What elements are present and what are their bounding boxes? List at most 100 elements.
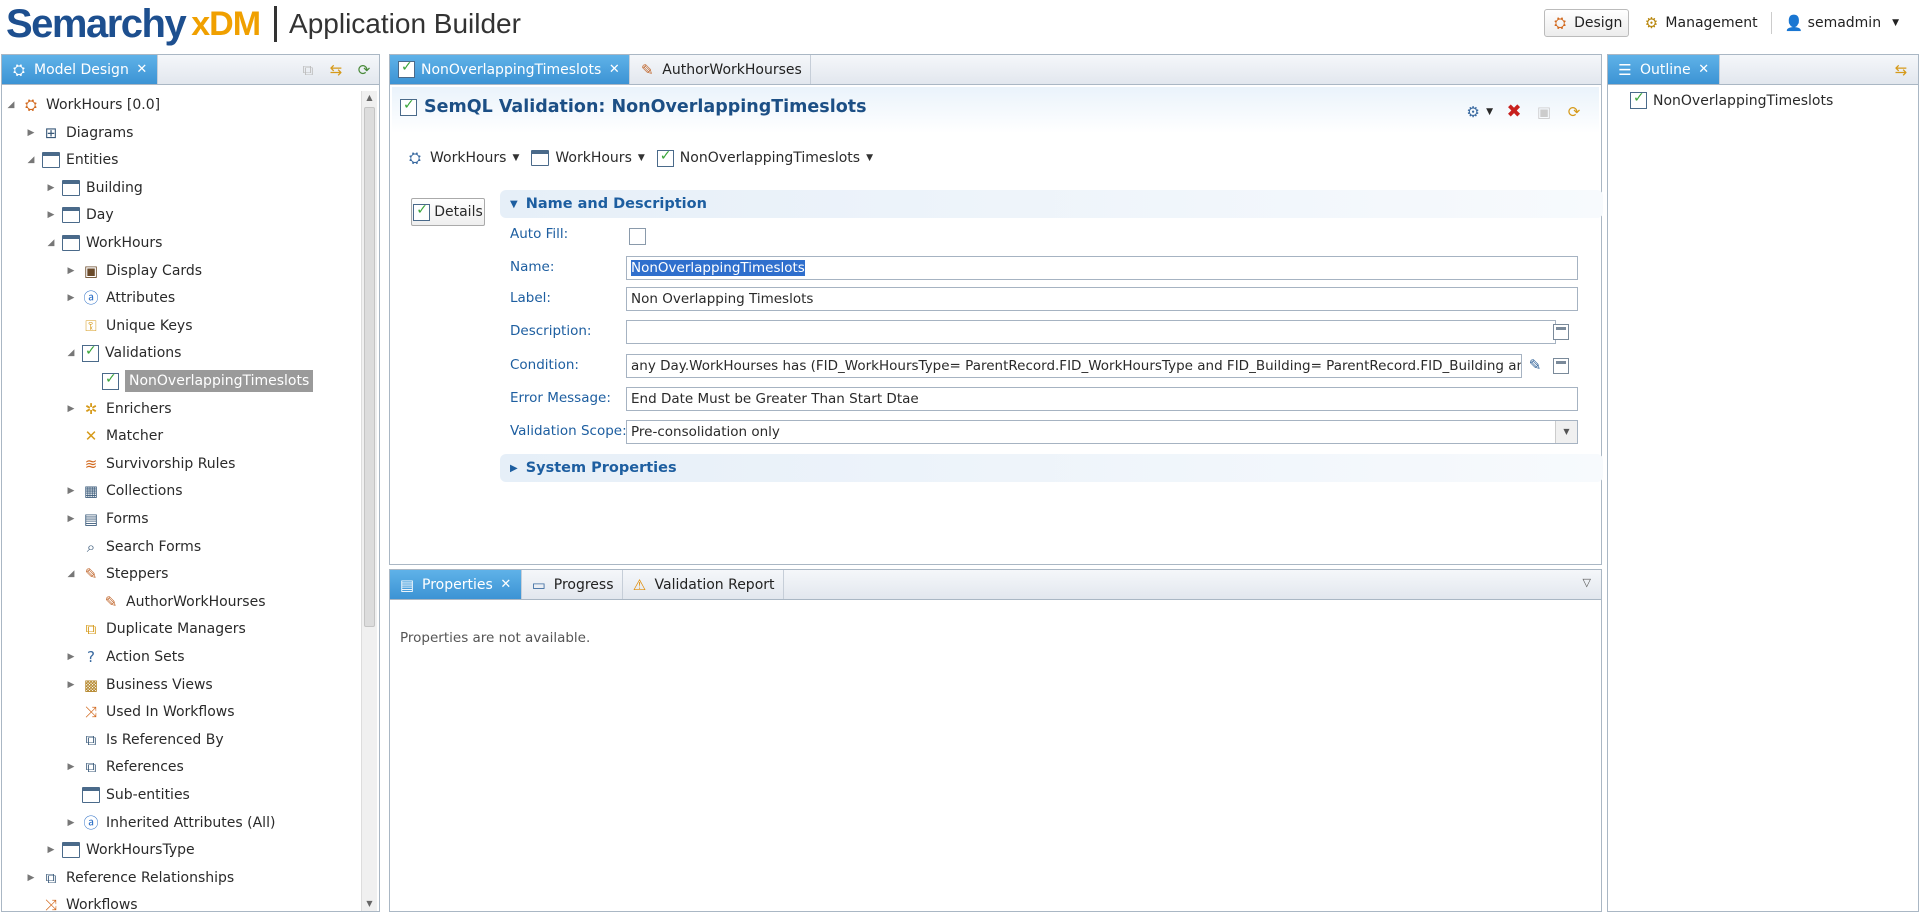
expand-arrow-icon[interactable]: ▶ (66, 404, 76, 414)
expand-arrow-icon[interactable]: ▶ (66, 266, 76, 276)
close-icon[interactable]: ✕ (607, 63, 621, 77)
tree-item[interactable]: ⚿ Unique Keys (66, 314, 192, 338)
tree-item[interactable]: NonOverlappingTimeslots (86, 369, 314, 393)
tree-item[interactable]: ◢ Entities (26, 148, 118, 172)
condition-field[interactable]: any Day.WorkHourses has (FID_WorkHoursTy… (626, 354, 1522, 378)
label-field[interactable]: Non Overlapping Timeslots (626, 287, 1578, 311)
validation-scope-select[interactable]: Pre-consolidation only ▼ (626, 420, 1578, 444)
close-icon[interactable]: ✕ (499, 578, 513, 592)
expand-arrow-icon[interactable]: ▶ (66, 680, 76, 690)
tree-item[interactable]: Sub-entities (66, 783, 190, 807)
tree-item[interactable]: ▶ ⓐ Attributes (66, 286, 176, 310)
tree-item[interactable]: ▶ ⧉ Reference Relationships (26, 866, 235, 890)
expand-arrow-icon[interactable]: ▶ (66, 762, 76, 772)
tree-scrollbar[interactable]: ▲ ▼ (361, 91, 377, 911)
tree-item[interactable]: ◢ WorkHours (46, 231, 162, 255)
tree-item[interactable]: ◢ ✎ Steppers (66, 562, 169, 586)
management-button[interactable]: ⚙ Management (1635, 9, 1764, 37)
breadcrumb-item-entity[interactable]: WorkHours ▼ (531, 150, 645, 166)
chevron-down-icon[interactable]: ▼ (638, 153, 645, 163)
expand-arrow-icon[interactable]: ▶ (26, 873, 36, 883)
collapse-arrow-icon[interactable]: ◢ (46, 238, 56, 248)
collapse-arrow-icon[interactable]: ◢ (26, 155, 36, 165)
design-icon: ⛭ (1554, 14, 1567, 32)
scrollbar-thumb[interactable] (364, 107, 375, 627)
expand-arrow-icon[interactable]: ▶ (26, 128, 36, 138)
tab-properties[interactable]: ▤ Properties ✕ (390, 570, 522, 599)
expand-description-button[interactable] (1553, 324, 1569, 340)
tree-item[interactable]: ▶ ⓐ Inherited Attributes (All) (66, 811, 276, 835)
tree-item[interactable]: ▶ ▣ Display Cards (66, 259, 203, 283)
tree-item[interactable]: ⧉ Is Referenced By (66, 728, 224, 752)
expand-arrow-icon[interactable]: ▶ (46, 183, 56, 193)
chevron-down-icon[interactable]: ▼ (866, 153, 873, 163)
tree-item[interactable]: ▶ ⊞ Diagrams (26, 121, 134, 145)
breadcrumb-item-validation[interactable]: NonOverlappingTimeslots ▼ (656, 148, 873, 167)
tree-item[interactable]: ▶ ⧉ References (66, 755, 184, 779)
expand-arrow-icon[interactable]: ▶ (66, 652, 76, 662)
collapse-all-icon[interactable]: ⧉ (299, 61, 317, 79)
tab-outline[interactable]: ☰ Outline ✕ (1608, 55, 1720, 84)
tree-item[interactable]: ⤨ Workflows (26, 893, 138, 911)
tab-validation-report[interactable]: ⚠ Validation Report (623, 570, 784, 599)
tree-item[interactable]: ✎ AuthorWorkHourses (86, 590, 266, 614)
tree-item[interactable]: ◢ Validations (66, 341, 181, 365)
tree-item[interactable]: ▶ WorkHoursType (46, 838, 195, 862)
name-field[interactable]: NonOverlappingTimeslots (626, 256, 1578, 280)
tab-authorworkhourses[interactable]: ✎ AuthorWorkHourses (630, 55, 811, 84)
expand-arrow-icon[interactable]: ▶ (46, 210, 56, 220)
delete-icon[interactable]: ✖ (1505, 103, 1523, 121)
user-menu[interactable]: 👤 semadmin ▼ (1778, 9, 1906, 37)
tree-item[interactable]: ⧉ Duplicate Managers (66, 617, 246, 641)
name-value: NonOverlappingTimeslots (631, 260, 805, 276)
error-message-field[interactable]: End Date Must be Greater Than Start Dtae (626, 387, 1578, 411)
description-field[interactable] (626, 320, 1556, 344)
tree-item[interactable]: ▶ Building (46, 176, 143, 200)
tree-item[interactable]: ▶? Action Sets (66, 645, 185, 669)
expand-arrow-icon[interactable]: ▶ (66, 818, 76, 828)
expand-arrow-icon[interactable]: ▶ (66, 293, 76, 303)
close-icon[interactable]: ✕ (1697, 63, 1711, 77)
edit-expression-icon[interactable]: ✎ (1526, 356, 1544, 374)
actions-icon[interactable]: ⚙ (1464, 103, 1482, 121)
tree-item[interactable]: ▶ ▦ Collections (66, 479, 183, 503)
save-icon[interactable]: ▣ (1535, 103, 1553, 121)
view-menu-icon[interactable]: ▽ (1583, 576, 1591, 589)
collapse-arrow-icon[interactable]: ◢ (66, 348, 76, 358)
design-button[interactable]: ⛭ Design (1544, 9, 1630, 37)
tree-item[interactable]: ▶ ▤ Forms (66, 507, 149, 531)
tab-progress[interactable]: ▭ Progress (522, 570, 623, 599)
name-description-section-header[interactable]: ▼ Name and Description (500, 190, 1603, 218)
tree-item[interactable]: ▶ ✲ Enrichers (66, 397, 172, 421)
tree-item[interactable]: ▶ ▩ Business Views (66, 673, 213, 697)
breadcrumb-item-model[interactable]: ⛭ WorkHours ▼ (406, 149, 519, 167)
chevron-down-icon[interactable]: ▼ (1486, 107, 1493, 117)
chevron-down-icon[interactable]: ▼ (1555, 421, 1577, 443)
outline-item[interactable]: NonOverlappingTimeslots (1630, 90, 1833, 109)
tab-model-design[interactable]: ⛭ Model Design ✕ (2, 55, 158, 84)
autofill-checkbox[interactable] (629, 228, 646, 245)
tree-item[interactable]: ⤨ Used In Workflows (66, 700, 235, 724)
tree-item[interactable]: ▶ Day (46, 203, 114, 227)
tree-item[interactable]: ≋ Survivorship Rules (66, 452, 236, 476)
tree-item[interactable]: ⌕ Search Forms (66, 535, 201, 559)
sync-icon[interactable]: ⇆ (327, 61, 345, 79)
expand-condition-button[interactable] (1553, 358, 1569, 374)
tree-item[interactable]: ◢ ⛭ WorkHours [0.0] (6, 93, 161, 117)
expand-arrow-icon[interactable]: ▶ (66, 486, 76, 496)
refresh-model-icon[interactable]: ⟳ (355, 61, 373, 79)
tree-item[interactable]: ✕ Matcher (66, 424, 163, 448)
refresh-icon[interactable]: ⟳ (1565, 103, 1583, 121)
close-icon[interactable]: ✕ (135, 63, 149, 77)
system-properties-section-header[interactable]: ▶ System Properties (500, 454, 1603, 482)
scroll-up-arrow[interactable]: ▲ (362, 91, 377, 105)
expand-arrow-icon[interactable]: ▶ (66, 514, 76, 524)
scroll-down-arrow[interactable]: ▼ (362, 897, 377, 911)
chevron-down-icon[interactable]: ▼ (512, 153, 519, 163)
sync-icon[interactable]: ⇆ (1892, 61, 1910, 79)
expand-arrow-icon[interactable]: ▶ (46, 845, 56, 855)
collapse-arrow-icon[interactable]: ◢ (6, 100, 16, 110)
details-button[interactable]: Details (411, 198, 485, 226)
collapse-arrow-icon[interactable]: ◢ (66, 569, 76, 579)
tab-nonoverlapping[interactable]: NonOverlappingTimeslots ✕ (390, 55, 631, 84)
